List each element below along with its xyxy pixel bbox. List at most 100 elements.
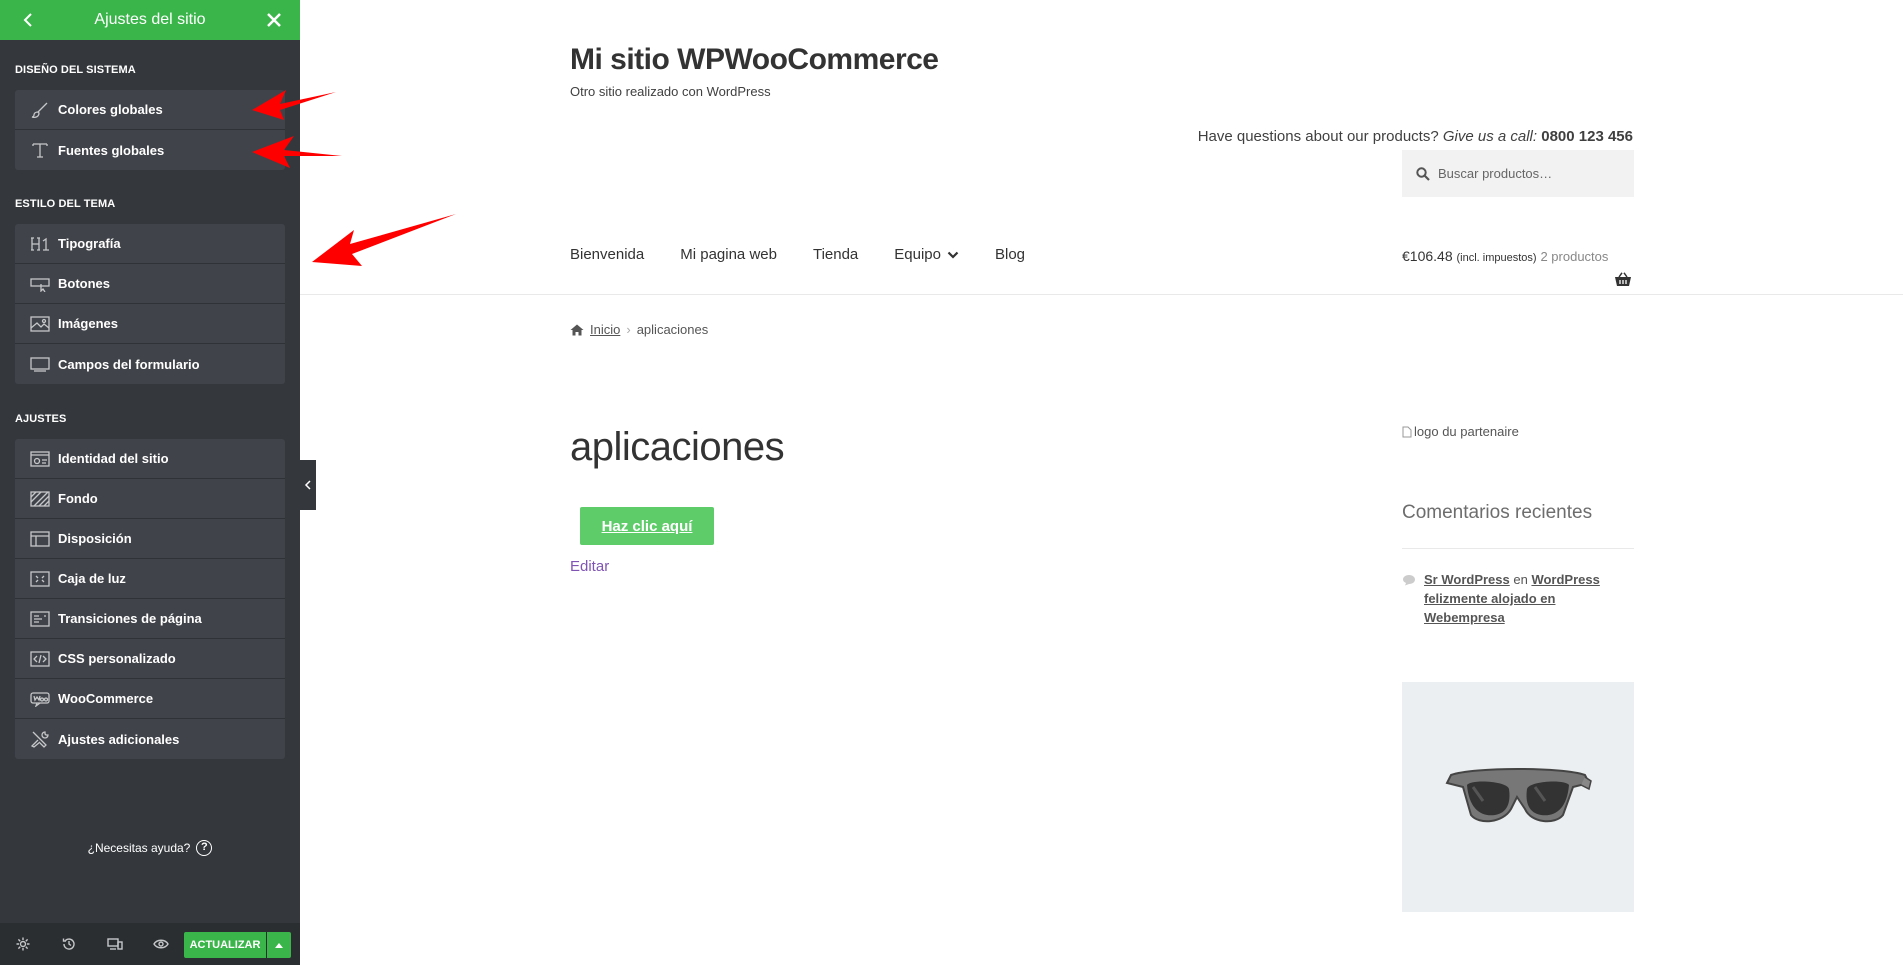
close-icon bbox=[267, 13, 281, 27]
menu-item-label: Colores globales bbox=[58, 102, 163, 117]
eye-icon bbox=[153, 939, 169, 949]
nav-item-blog[interactable]: Blog bbox=[995, 246, 1025, 263]
menu-item-additional-settings[interactable]: Ajustes adicionales bbox=[15, 719, 285, 759]
background-icon bbox=[30, 489, 50, 509]
responsive-mode-button[interactable] bbox=[92, 923, 138, 965]
menu-item-images[interactable]: Imágenes bbox=[15, 304, 285, 344]
menu-item-custom-css[interactable]: CSS personalizado bbox=[15, 639, 285, 679]
chevron-down-icon bbox=[947, 251, 959, 259]
close-button[interactable] bbox=[256, 0, 292, 40]
menu-item-woocommerce[interactable]: WooCommerce bbox=[15, 679, 285, 719]
product-image-card[interactable] bbox=[1402, 682, 1634, 912]
gear-icon bbox=[16, 937, 30, 951]
recent-comment: Sr WordPress en WordPress felizmente alo… bbox=[1402, 570, 1634, 627]
site-settings-panel: Ajustes del sitio DISEÑO DEL SISTEMA Col… bbox=[0, 0, 300, 965]
breadcrumb-home-link[interactable]: Inicio bbox=[590, 322, 620, 337]
nav-item-mi-pagina-web[interactable]: Mi pagina web bbox=[680, 246, 777, 263]
help-text: ¿Necesitas ayuda? bbox=[87, 841, 191, 855]
menu-item-site-identity[interactable]: Identidad del sitio bbox=[15, 439, 285, 479]
help-link[interactable]: ¿Necesitas ayuda? ? bbox=[0, 840, 300, 856]
section-title-settings: AJUSTES bbox=[15, 413, 67, 425]
theme-style-group: Tipografía Botones Imágenes Campos del f… bbox=[15, 224, 285, 384]
search-icon bbox=[1416, 166, 1430, 181]
menu-item-label: Campos del formulario bbox=[58, 356, 200, 372]
nav-item-label: Equipo bbox=[894, 246, 941, 263]
header-message-call: Give us a call: bbox=[1442, 128, 1538, 145]
cart-summary[interactable]: €106.48 (incl. impuestos) 2 productos bbox=[1402, 248, 1608, 264]
panel-header: Ajustes del sitio bbox=[0, 0, 300, 40]
transitions-icon bbox=[30, 609, 50, 629]
nav-item-tienda[interactable]: Tienda bbox=[813, 246, 858, 263]
header-phone: 0800 123 456 bbox=[1537, 128, 1633, 145]
menu-item-global-fonts[interactable]: Fuentes globales bbox=[15, 130, 285, 170]
basket-icon[interactable] bbox=[1614, 272, 1632, 292]
header-message: Have questions about our products? Give … bbox=[1198, 128, 1633, 145]
menu-item-label: Botones bbox=[58, 276, 110, 291]
section-title-theme-style: ESTILO DEL TEMA bbox=[15, 198, 116, 210]
section-title-design: DISEÑO DEL SISTEMA bbox=[15, 64, 136, 76]
menu-item-label: CSS personalizado bbox=[58, 651, 176, 666]
breadcrumb: Inicio › aplicaciones bbox=[570, 322, 708, 337]
panel-title: Ajustes del sitio bbox=[94, 11, 206, 28]
menu-item-label: Tipografía bbox=[58, 236, 121, 251]
partner-logo-alt-text: logo du partenaire bbox=[1414, 424, 1519, 439]
preview-button[interactable] bbox=[138, 923, 184, 965]
edit-link[interactable]: Editar bbox=[570, 558, 609, 575]
button-icon bbox=[30, 274, 50, 294]
type-icon bbox=[30, 140, 50, 160]
menu-item-label: Imágenes bbox=[58, 316, 118, 331]
menu-item-form-fields[interactable]: Campos del formulario bbox=[15, 344, 285, 384]
menu-item-page-transitions[interactable]: Transiciones de página bbox=[15, 599, 285, 639]
heading-icon bbox=[30, 234, 50, 254]
caret-up-icon bbox=[275, 943, 283, 948]
widget-divider bbox=[1402, 548, 1634, 549]
site-title[interactable]: Mi sitio WPWooCommerce bbox=[570, 43, 939, 77]
devices-icon bbox=[107, 938, 123, 950]
nav-item-bienvenida[interactable]: Bienvenida bbox=[570, 246, 644, 263]
settings-group: Identidad del sitio Fondo Disposición Ca… bbox=[15, 439, 285, 759]
menu-item-lightbox[interactable]: Caja de luz bbox=[15, 559, 285, 599]
site-tagline: Otro sitio realizado con WordPress bbox=[570, 84, 771, 99]
question-icon: ? bbox=[196, 840, 213, 856]
panel-footer: ACTUALIZAR bbox=[0, 923, 300, 965]
search-input[interactable] bbox=[1436, 165, 1626, 182]
tools-icon bbox=[30, 729, 50, 749]
woo-icon bbox=[30, 689, 50, 709]
menu-item-label: WooCommerce bbox=[58, 691, 154, 706]
menu-item-typography[interactable]: Tipografía bbox=[15, 224, 285, 264]
layout-icon bbox=[30, 529, 50, 549]
menu-item-buttons[interactable]: Botones bbox=[15, 264, 285, 304]
menu-item-layout[interactable]: Disposición bbox=[15, 519, 285, 559]
menu-item-label: Identidad del sitio bbox=[58, 451, 169, 466]
menu-item-global-colors[interactable]: Colores globales bbox=[15, 90, 285, 130]
history-button[interactable] bbox=[46, 923, 92, 965]
design-group: Colores globales Fuentes globales bbox=[15, 90, 285, 170]
nav-item-equipo[interactable]: Equipo bbox=[894, 246, 959, 263]
breadcrumb-separator: › bbox=[626, 322, 631, 337]
cta-button[interactable]: Haz clic aquí bbox=[580, 507, 714, 545]
brush-icon bbox=[30, 100, 50, 120]
header-message-text: Have questions about our products? bbox=[1197, 128, 1443, 145]
update-options-button[interactable] bbox=[267, 932, 291, 958]
cart-tax-note: (incl. impuestos) bbox=[1456, 252, 1537, 264]
header-divider bbox=[300, 294, 1903, 295]
comment-author-link[interactable]: Sr WordPress bbox=[1424, 572, 1510, 587]
lightbox-icon bbox=[30, 569, 50, 589]
cart-count: 2 productos bbox=[1540, 249, 1609, 264]
site-identity-icon bbox=[30, 449, 50, 469]
menu-item-label: Fondo bbox=[58, 491, 98, 506]
form-field-icon bbox=[30, 354, 50, 374]
comment-connector: en bbox=[1509, 572, 1532, 587]
settings-button[interactable] bbox=[0, 923, 46, 965]
menu-item-label: Caja de luz bbox=[58, 571, 126, 586]
cart-amount: €106.48 bbox=[1402, 248, 1453, 264]
code-icon bbox=[30, 649, 50, 669]
broken-image-icon bbox=[1402, 426, 1412, 437]
breadcrumb-current: aplicaciones bbox=[636, 322, 709, 337]
recent-comments-title: Comentarios recientes bbox=[1402, 502, 1593, 523]
home-icon bbox=[570, 324, 584, 335]
page-title: aplicaciones bbox=[570, 425, 785, 469]
menu-item-label: Ajustes adicionales bbox=[58, 731, 180, 747]
update-button[interactable]: ACTUALIZAR bbox=[184, 932, 266, 958]
menu-item-background[interactable]: Fondo bbox=[15, 479, 285, 519]
